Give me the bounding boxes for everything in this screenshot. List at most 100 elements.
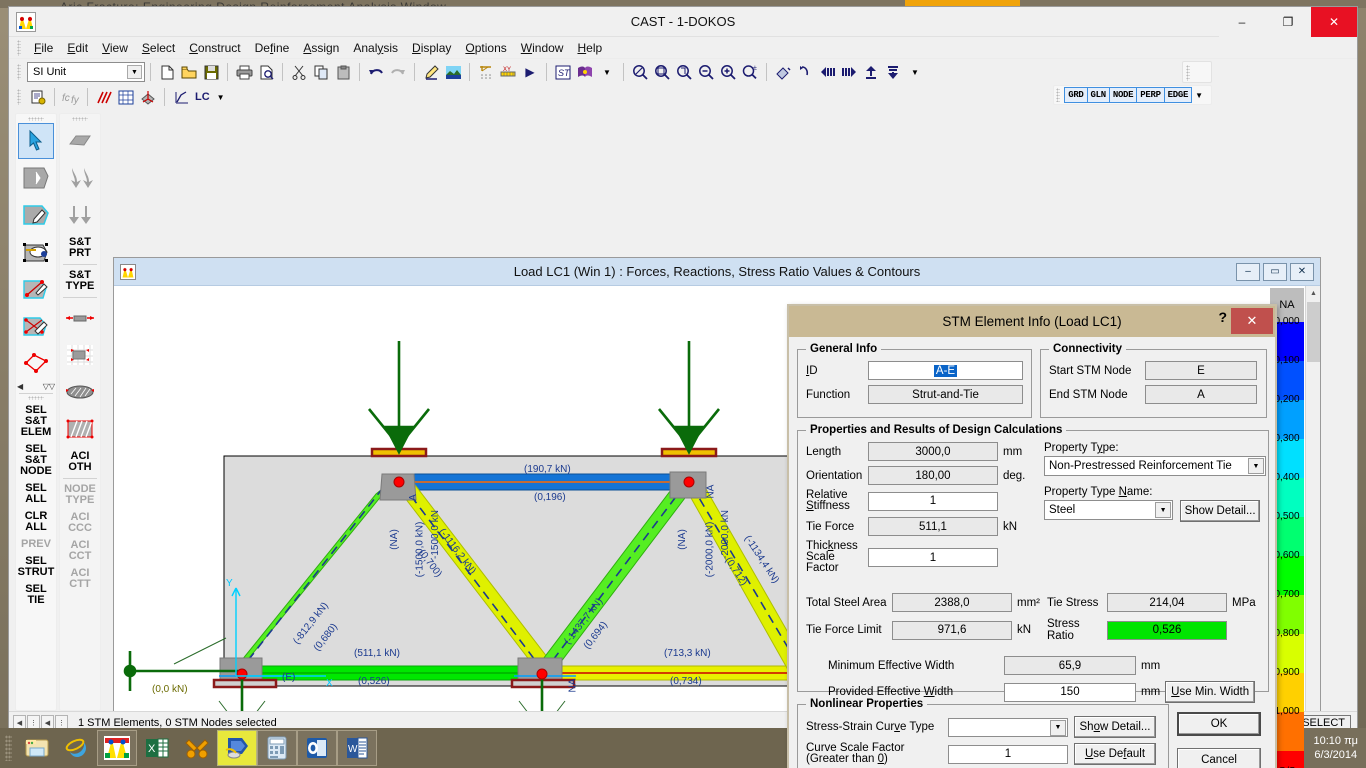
taskbar-cast-app-icon[interactable] — [97, 730, 137, 766]
mesh-icon[interactable] — [115, 86, 137, 108]
curve-icon[interactable] — [170, 86, 192, 108]
region-icon[interactable] — [18, 160, 54, 196]
move-up-icon[interactable] — [860, 61, 882, 83]
taskbar-word-icon[interactable]: W — [337, 730, 377, 766]
snap-button-edge[interactable]: EDGE — [1163, 87, 1193, 103]
rail-btn-st-type[interactable]: S&T TYPE — [60, 267, 100, 295]
snap-button-node[interactable]: NODE — [1108, 87, 1138, 103]
zoom-previous-icon[interactable] — [673, 61, 695, 83]
chevron-down-icon[interactable]: ▼ — [127, 65, 142, 79]
new-icon[interactable] — [156, 61, 178, 83]
fc-fy-icon[interactable]: fc fy — [60, 86, 82, 108]
menu-item-select[interactable]: Select — [135, 39, 182, 57]
rail-btn-sel-s-t-node[interactable]: SEL S&T NODE — [16, 441, 56, 480]
edit-shape-icon[interactable] — [18, 234, 54, 270]
taskbar-tools-icon[interactable] — [177, 730, 217, 766]
view-dropdown-icon[interactable]: ▼ — [904, 61, 926, 83]
double-arrow-icon[interactable] — [62, 197, 98, 233]
draw-region-icon[interactable] — [18, 197, 54, 233]
step-back-icon[interactable] — [816, 61, 838, 83]
taskbar-calculator-icon[interactable] — [257, 730, 297, 766]
menu-item-window[interactable]: Window — [514, 39, 571, 57]
zoom-fit-icon[interactable] — [629, 61, 651, 83]
rail-expand-icon[interactable]: ▽▽ — [43, 382, 55, 391]
rail-btn-clr-all[interactable]: CLR ALL — [16, 508, 56, 536]
cut-icon[interactable] — [288, 61, 310, 83]
canvas-vertical-scrollbar[interactable]: ▲ ▼ — [1305, 286, 1320, 768]
print-icon[interactable] — [233, 61, 255, 83]
mesh-region-icon[interactable] — [62, 337, 98, 373]
step-forward-icon[interactable] — [838, 61, 860, 83]
menu-item-define[interactable]: Define — [248, 39, 297, 57]
strut-width-icon[interactable] — [62, 300, 98, 336]
zoom-in-icon[interactable] — [717, 61, 739, 83]
relative-stiffness-field[interactable]: 1 — [868, 491, 998, 511]
taskbar-excel-icon[interactable]: X — [137, 730, 177, 766]
property-type-combo[interactable]: Non-Prestressed Reinforcement Tie ▼ — [1044, 456, 1266, 476]
scroll-up-icon[interactable]: ▲ — [1306, 286, 1320, 301]
contour-icon[interactable] — [442, 61, 464, 83]
taskbar-internet-explorer-icon[interactable] — [57, 730, 97, 766]
menu-item-analysis[interactable]: Analysis — [346, 39, 405, 57]
curve-type-chevron-down-icon[interactable]: ▼ — [1050, 719, 1066, 736]
snap-button-gln[interactable]: GLN — [1086, 87, 1110, 103]
rail-prev-icon[interactable]: ◀ — [17, 382, 23, 391]
print-preview-icon[interactable] — [255, 61, 277, 83]
plate-icon[interactable] — [62, 123, 98, 159]
id-field[interactable]: A-E — [868, 361, 1023, 380]
curve-scale-field[interactable]: 1 — [948, 744, 1068, 764]
show-detail-button-nonlinear[interactable]: Sh o w Detail... — [1074, 716, 1156, 738]
more-arrow-icon[interactable]: ▶ — [519, 61, 541, 83]
rail-more-row[interactable]: ◀ ▽▽ — [17, 382, 55, 391]
tray-clock[interactable]: 10:10 πμ 6/3/2014 — [1309, 734, 1358, 762]
node-icon[interactable] — [137, 86, 159, 108]
menu-item-display[interactable]: Display — [405, 39, 458, 57]
show-detail-button-properties[interactable]: Show Detail... — [1180, 500, 1260, 522]
lc-dropdown-icon[interactable]: ▼ — [217, 93, 225, 102]
draw-strut-icon[interactable] — [18, 271, 54, 307]
zoom-scale-icon[interactable]: ± — [739, 61, 761, 83]
pointer-select-icon[interactable] — [18, 123, 54, 159]
dimension-icon[interactable]: XY — [497, 61, 519, 83]
toolbar-dropdown-icon[interactable]: ▼ — [596, 61, 618, 83]
use-default-button[interactable]: Use De f ault — [1074, 743, 1156, 765]
taskbar-media-app-icon[interactable] — [217, 730, 257, 766]
move-down-icon[interactable] — [882, 61, 904, 83]
property-type-chevron-down-icon[interactable]: ▼ — [1248, 458, 1264, 474]
strut-icon[interactable] — [93, 86, 115, 108]
rail-btn-sel-all[interactable]: SEL ALL — [16, 480, 56, 508]
draw-tie-icon[interactable] — [18, 308, 54, 344]
draw-icon[interactable] — [420, 61, 442, 83]
save-icon[interactable] — [200, 61, 222, 83]
undo-icon[interactable] — [365, 61, 387, 83]
taskbar-outlook-icon[interactable] — [297, 730, 337, 766]
dialog-close-button[interactable]: ✕ — [1231, 308, 1273, 334]
help-icon[interactable]: ? — [1218, 309, 1227, 325]
book-icon[interactable] — [574, 61, 596, 83]
rotate-icon[interactable] — [794, 61, 816, 83]
cancel-button[interactable]: Cancel — [1177, 748, 1261, 768]
unit-select[interactable]: SI Unit ▼ — [27, 62, 145, 82]
copy-icon[interactable] — [310, 61, 332, 83]
property-type-name-combo[interactable]: Steel ▼ — [1044, 500, 1174, 520]
zoom-out-icon[interactable] — [695, 61, 717, 83]
paste-icon[interactable] — [332, 61, 354, 83]
ok-button[interactable]: OK — [1177, 712, 1261, 736]
menu-item-view[interactable]: View — [95, 39, 135, 57]
menu-item-edit[interactable]: Edit — [60, 39, 95, 57]
vertical-scroll-thumb[interactable] — [1307, 302, 1320, 362]
grid-icon[interactable] — [475, 61, 497, 83]
menu-item-assign[interactable]: Assign — [296, 39, 346, 57]
hatched-strut-icon[interactable] — [62, 374, 98, 410]
load-arrows-icon[interactable] — [62, 160, 98, 196]
menu-item-help[interactable]: Help — [570, 39, 609, 57]
menu-item-construct[interactable]: Construct — [182, 39, 247, 57]
rail-btn-st-prt[interactable]: S&T PRT — [60, 234, 100, 262]
menu-item-file[interactable]: File — [27, 39, 60, 57]
open-icon[interactable] — [178, 61, 200, 83]
curve-type-combo[interactable]: ▼ — [948, 717, 1068, 737]
rail-btn-sel-s-t-elem[interactable]: SEL S&T ELEM — [16, 402, 56, 441]
taskbar-file-explorer-icon[interactable] — [17, 730, 57, 766]
menu-item-options[interactable]: Options — [458, 39, 513, 57]
properties-icon[interactable] — [27, 86, 49, 108]
